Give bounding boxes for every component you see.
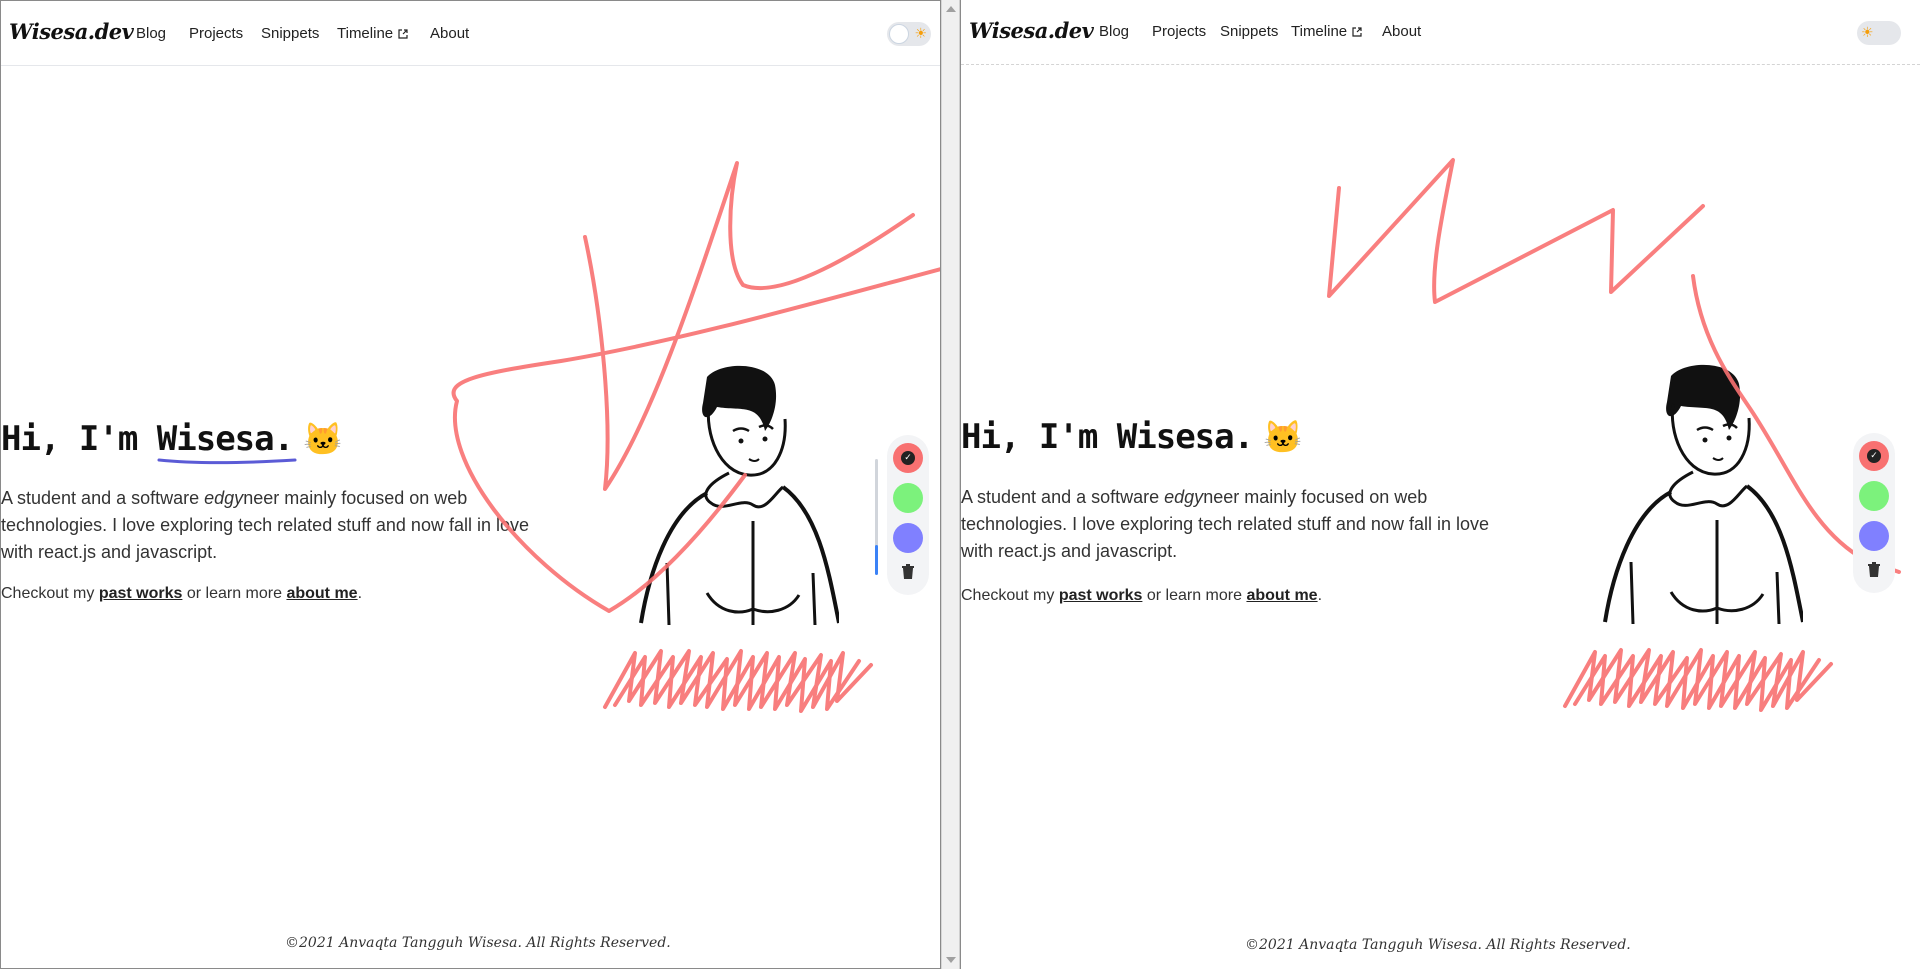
hero-title: Hi, I'm Wisesa. 🐱 xyxy=(1,419,343,465)
right-browser-pane: Wisesa.dev Blog Projects Snippets Timeli… xyxy=(960,0,1920,969)
hero-name: Wisesa. xyxy=(1116,417,1254,457)
hero-cta: Checkout my past works or learn more abo… xyxy=(961,587,1322,605)
nav-timeline-label: Timeline xyxy=(1291,23,1348,40)
color-palette: ✓ xyxy=(875,435,929,595)
brush-size-slider[interactable] xyxy=(875,545,878,575)
nav-projects[interactable]: Projects xyxy=(189,25,243,42)
hero-title: Hi, I'm Wisesa. 🐱 xyxy=(961,417,1303,457)
cat-emoji: 🐱 xyxy=(303,420,343,458)
external-link-icon xyxy=(1352,27,1362,37)
nav-about[interactable]: About xyxy=(430,25,469,42)
trash-icon[interactable] xyxy=(1865,561,1883,579)
hero-greeting: Hi, I'm xyxy=(961,417,1098,457)
hero-name-text: Wisesa. xyxy=(156,419,294,459)
cta-mid: or learn more xyxy=(182,585,287,602)
pane-splitter[interactable] xyxy=(941,0,960,969)
theme-toggle[interactable]: ☀ xyxy=(887,22,931,46)
color-swatch-blue[interactable] xyxy=(1859,521,1889,551)
hero-intro: A student and a software edgyneer mainly… xyxy=(1,485,541,566)
nav-blog[interactable]: Blog xyxy=(1099,23,1129,40)
site-footer: ©2021 Anvaqta Tangguh Wisesa. All Rights… xyxy=(1245,937,1631,953)
site-footer: ©2021 Anvaqta Tangguh Wisesa. All Rights… xyxy=(285,935,671,951)
left-browser-pane: Wisesa.dev Blog Projects Snippets Timeli… xyxy=(0,0,941,969)
hero-cta: Checkout my past works or learn more abo… xyxy=(1,585,362,603)
color-palette: ✓ xyxy=(1853,433,1895,593)
check-icon: ✓ xyxy=(1867,449,1881,463)
color-swatch-green[interactable] xyxy=(893,483,923,513)
nav-projects[interactable]: Projects xyxy=(1152,23,1206,40)
site-logo[interactable]: Wisesa.dev xyxy=(9,19,134,44)
past-works-link[interactable]: past works xyxy=(1059,587,1143,604)
nav-timeline[interactable]: Timeline xyxy=(337,25,408,42)
hero-greeting: Hi, I'm xyxy=(1,419,138,459)
about-me-link[interactable]: about me xyxy=(1246,587,1317,604)
nav-snippets[interactable]: Snippets xyxy=(1220,23,1278,40)
site-header: Wisesa.dev Blog Projects Snippets Timeli… xyxy=(1,1,940,66)
brush-size-track[interactable] xyxy=(875,459,878,555)
trash-icon[interactable] xyxy=(899,563,917,581)
scroll-down-arrow-icon[interactable] xyxy=(946,957,956,963)
color-swatch-red[interactable]: ✓ xyxy=(1859,441,1889,471)
nav-timeline-label: Timeline xyxy=(337,25,394,42)
nav-about[interactable]: About xyxy=(1382,23,1421,40)
check-icon: ✓ xyxy=(901,451,915,465)
about-me-link[interactable]: about me xyxy=(286,585,357,602)
avatar-illustration xyxy=(1603,364,1803,625)
cta-mid: or learn more xyxy=(1142,587,1247,604)
intro-text-1: A student and a software xyxy=(1,488,205,508)
nav-snippets[interactable]: Snippets xyxy=(261,25,319,42)
intro-emphasis: edgy xyxy=(204,488,244,508)
cta-prefix: Checkout my xyxy=(1,585,99,602)
cta-suffix: . xyxy=(1317,587,1323,604)
site-logo[interactable]: Wisesa.dev xyxy=(969,18,1094,43)
theme-toggle[interactable]: ☀ xyxy=(1857,21,1901,45)
avatar-illustration xyxy=(639,365,839,626)
name-underline xyxy=(157,458,297,465)
hero-intro: A student and a software edgyneer mainly… xyxy=(961,484,1506,565)
cta-prefix: Checkout my xyxy=(961,587,1059,604)
nav-blog[interactable]: Blog xyxy=(136,25,166,42)
color-swatch-red[interactable]: ✓ xyxy=(893,443,923,473)
nav-timeline[interactable]: Timeline xyxy=(1291,23,1362,40)
sun-icon: ☀ xyxy=(1861,25,1874,41)
cat-emoji: 🐱 xyxy=(1263,418,1303,456)
intro-emphasis: edgy xyxy=(1164,487,1204,507)
past-works-link[interactable]: past works xyxy=(99,585,183,602)
cta-suffix: . xyxy=(357,585,363,602)
scroll-up-arrow-icon[interactable] xyxy=(946,6,956,12)
hero-name: Wisesa. xyxy=(156,419,297,465)
sun-icon: ☀ xyxy=(914,26,927,42)
color-swatch-green[interactable] xyxy=(1859,481,1889,511)
color-swatch-blue[interactable] xyxy=(893,523,923,553)
intro-text-1: A student and a software xyxy=(961,487,1165,507)
toggle-knob xyxy=(889,24,909,44)
external-link-icon xyxy=(398,29,408,39)
site-header: Wisesa.dev Blog Projects Snippets Timeli… xyxy=(961,0,1920,65)
